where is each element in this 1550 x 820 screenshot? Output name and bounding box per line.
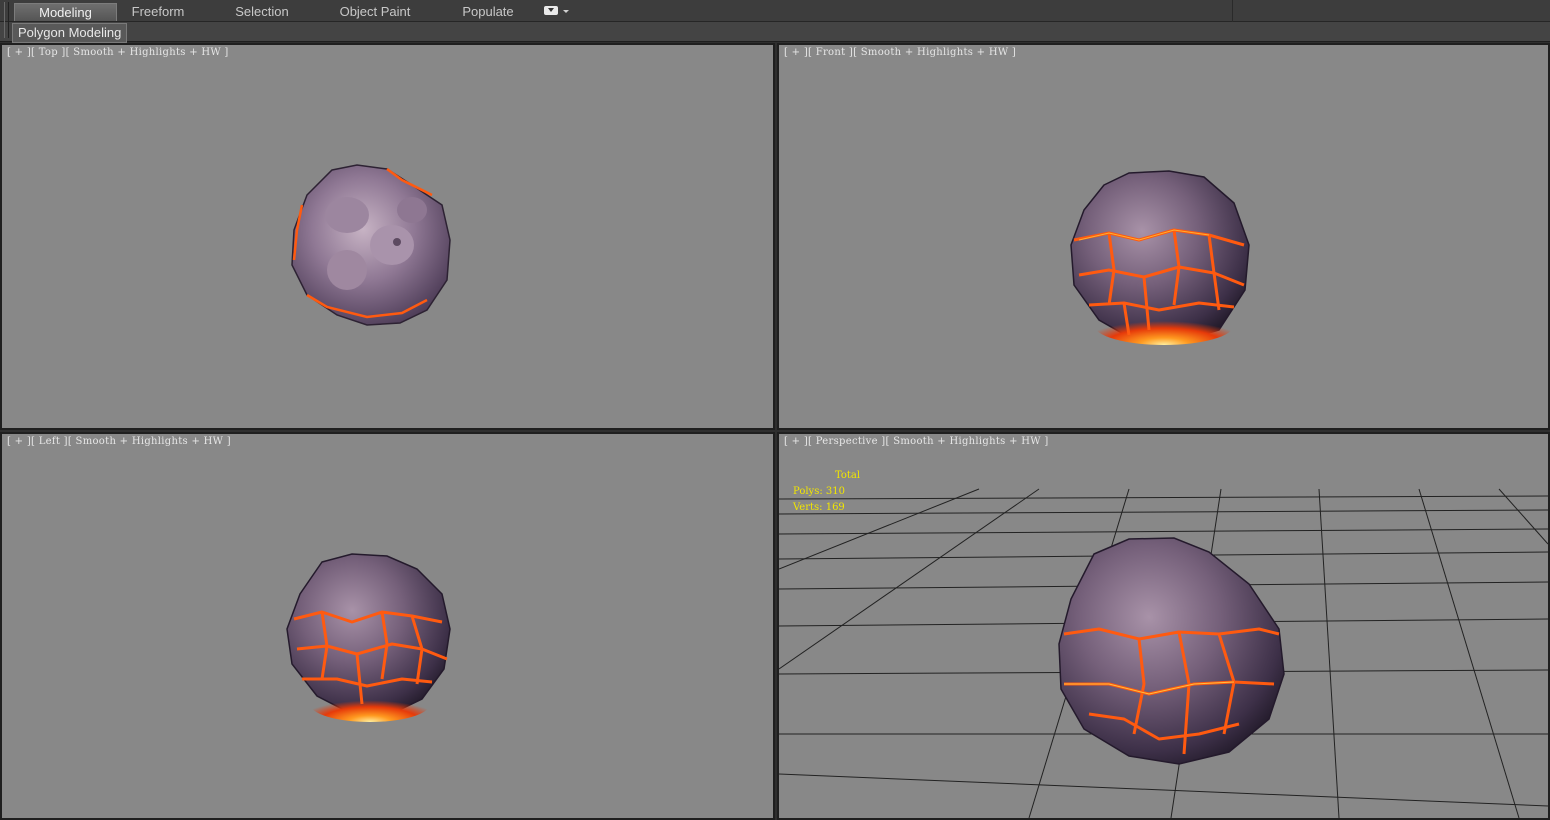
tab-freeform[interactable]: Freeform [118, 3, 198, 21]
ribbon-display-toggle-icon[interactable] [544, 6, 558, 15]
ribbon-tab-bar: Modeling Freeform Selection Object Paint… [0, 0, 1550, 38]
tab-populate[interactable]: Populate [450, 3, 526, 21]
tab-modeling[interactable]: Modeling [14, 3, 117, 21]
viewport-front[interactable]: [ + ][ Front ][ Smooth + Highlights + HW… [777, 43, 1550, 430]
ribbon-grip[interactable] [4, 2, 9, 38]
ribbon: Modeling Freeform Selection Object Paint… [0, 0, 1550, 43]
rock-model-front[interactable] [779, 45, 1548, 428]
tab-selection[interactable]: Selection [222, 3, 302, 21]
rock-model-left[interactable] [2, 434, 773, 818]
panel-polygon-modeling[interactable]: Polygon Modeling [12, 23, 128, 43]
viewport-perspective[interactable]: [ + ][ Perspective ][ Smooth + Highlight… [777, 432, 1550, 820]
viewport-left[interactable]: [ + ][ Left ][ Smooth + Highlights + HW … [0, 432, 775, 820]
perspective-scene[interactable] [779, 434, 1548, 818]
rock-model-top[interactable] [2, 45, 773, 428]
viewport-top[interactable]: [ + ][ Top ][ Smooth + Highlights + HW ] [0, 43, 775, 430]
tab-object-paint[interactable]: Object Paint [330, 3, 420, 21]
chevron-down-icon[interactable] [563, 10, 569, 13]
ribbon-right-area [1232, 0, 1550, 22]
